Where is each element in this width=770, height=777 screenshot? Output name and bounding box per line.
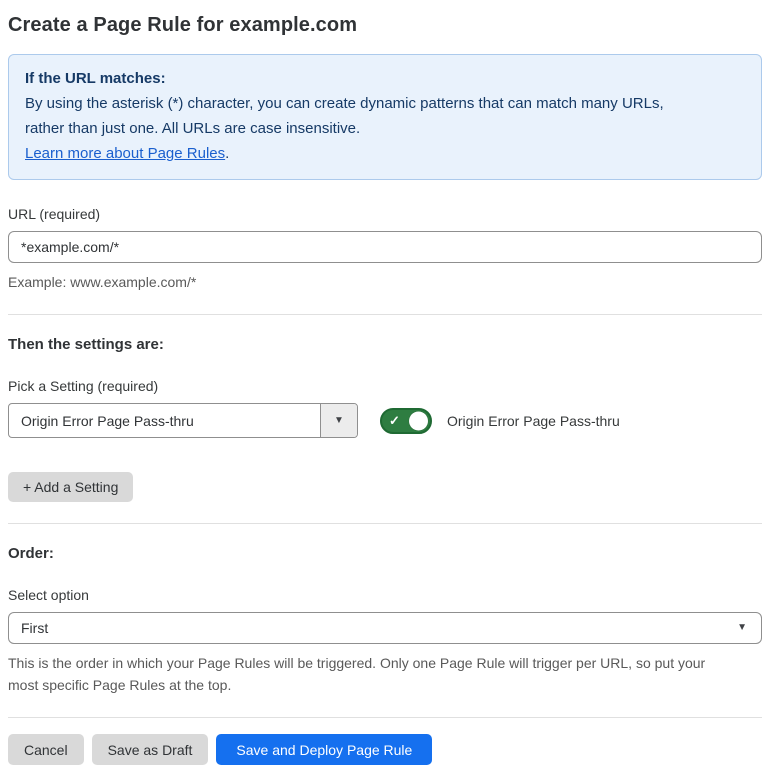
create-page-rule-form: Create a Page Rule for example.com If th… — [0, 0, 770, 777]
order-select-value: First — [21, 620, 49, 636]
order-select[interactable]: First ▼ — [8, 612, 762, 644]
order-helper-line: most specific Page Rules at the top. — [8, 677, 232, 693]
add-setting-button[interactable]: + Add a Setting — [8, 472, 134, 502]
url-match-info-box: If the URL matches: By using the asteris… — [8, 54, 762, 180]
save-and-deploy-button[interactable]: Save and Deploy Page Rule — [216, 734, 433, 765]
check-icon: ✓ — [389, 412, 400, 428]
info-box-heading: If the URL matches: — [25, 70, 166, 87]
setting-picker-label: Pick a Setting (required) — [8, 378, 159, 394]
setting-toggle[interactable]: ✓ — [380, 407, 432, 434]
info-box-body-line: rather than just one. All URLs are case … — [25, 120, 361, 137]
setting-toggle-label: Origin Error Page Pass-thru — [447, 412, 620, 429]
settings-section-heading: Then the settings are: — [8, 336, 164, 353]
page-title: Create a Page Rule for example.com — [8, 14, 358, 36]
url-input[interactable] — [8, 231, 762, 263]
setting-picker-dropdown[interactable]: Origin Error Page Pass-thru ▼ — [8, 403, 358, 438]
footer-actions: Cancel Save as Draft Save and Deploy Pag… — [8, 734, 762, 765]
setting-picker-value: Origin Error Page Pass-thru — [21, 412, 194, 429]
url-field-helper: Example: www.example.com/* — [8, 274, 197, 290]
toggle-knob — [409, 411, 428, 430]
order-helper: This is the order in which your Page Rul… — [8, 652, 762, 696]
info-box-link-row: Learn more about Page Rules. — [25, 141, 745, 166]
order-section-heading: Order: — [8, 545, 54, 562]
learn-more-link[interactable]: Learn more about Page Rules — [25, 145, 225, 162]
caret-down-icon: ▼ — [334, 414, 344, 426]
save-as-draft-button[interactable]: Save as Draft — [91, 734, 209, 765]
order-helper-line: This is the order in which your Page Rul… — [8, 655, 706, 671]
info-box-body-line: By using the asterisk (*) character, you… — [25, 95, 664, 112]
url-field-label: URL (required) — [8, 206, 101, 222]
divider — [8, 314, 762, 315]
divider — [8, 523, 762, 524]
setting-row: Origin Error Page Pass-thru ▼ ✓ Origin E… — [8, 403, 762, 438]
caret-down-icon: ▼ — [737, 622, 747, 633]
order-select-label: Select option — [8, 587, 89, 603]
link-suffix: . — [225, 145, 230, 162]
divider — [8, 717, 762, 718]
setting-picker-dropdown-button[interactable]: ▼ — [320, 404, 357, 437]
cancel-button[interactable]: Cancel — [8, 734, 84, 765]
